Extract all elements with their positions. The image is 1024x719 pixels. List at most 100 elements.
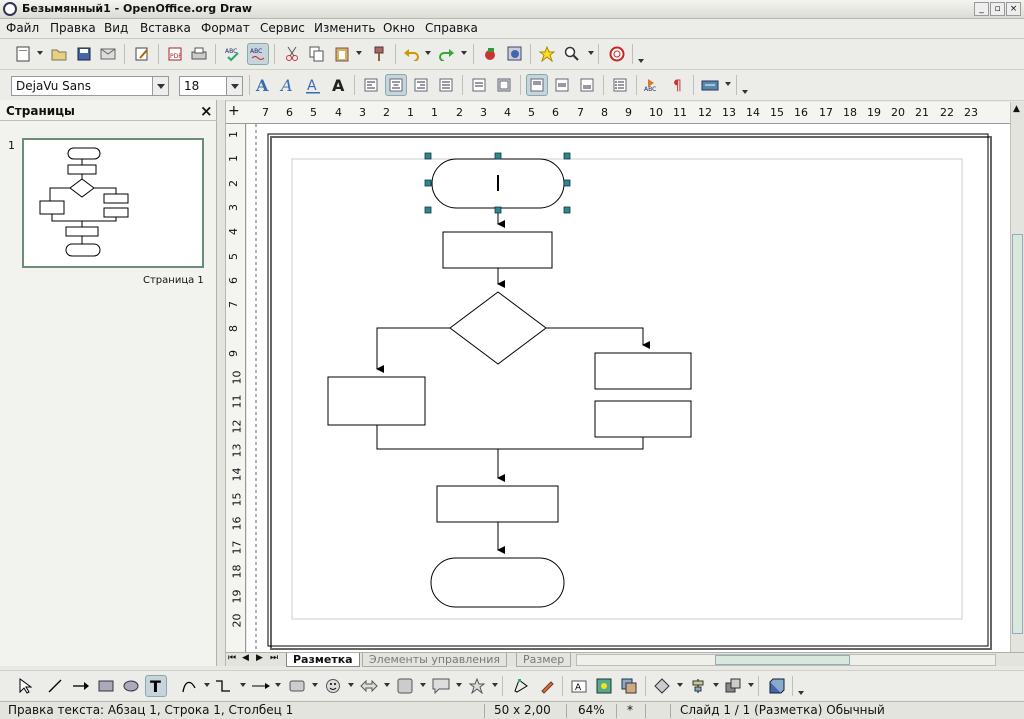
- copy-icon[interactable]: [306, 43, 328, 65]
- tab-controls[interactable]: Элементы управления: [362, 653, 507, 667]
- ruler-origin-icon[interactable]: +: [228, 104, 240, 118]
- font-name-box[interactable]: DejaVu Sans: [11, 76, 169, 96]
- redo-icon[interactable]: [436, 43, 458, 65]
- select-icon[interactable]: [14, 675, 36, 697]
- ellipse-icon[interactable]: [120, 675, 142, 697]
- line-icon[interactable]: [44, 675, 66, 697]
- stars-icon[interactable]: [466, 675, 488, 697]
- panel-splitter[interactable]: [217, 100, 226, 666]
- zoom-level[interactable]: 64%: [578, 703, 605, 717]
- print-icon[interactable]: [188, 43, 210, 65]
- process-box-2[interactable]: [436, 485, 559, 523]
- symbol-shapes-icon[interactable]: [322, 675, 344, 697]
- chevron-down-icon[interactable]: [226, 77, 242, 95]
- chevron-down-icon[interactable]: [152, 77, 168, 95]
- fontwork-icon[interactable]: A: [568, 675, 590, 697]
- paste-icon[interactable]: [331, 43, 353, 65]
- edit-icon[interactable]: [131, 43, 153, 65]
- menu-tools[interactable]: Сервис: [260, 21, 305, 35]
- connector-icon[interactable]: [212, 675, 234, 697]
- pdf-icon[interactable]: PDF: [164, 43, 186, 65]
- close-panel-icon[interactable]: ×: [200, 102, 213, 120]
- horizontal-scrollbar[interactable]: [576, 654, 996, 666]
- zoom-icon[interactable]: [561, 43, 583, 65]
- glue-points-icon[interactable]: [536, 675, 558, 697]
- navigator-icon[interactable]: [504, 43, 526, 65]
- fit-text-icon[interactable]: [493, 74, 515, 96]
- star-icon[interactable]: [536, 43, 558, 65]
- maximize-button[interactable]: ▫: [990, 2, 1005, 16]
- callouts-icon[interactable]: [430, 675, 452, 697]
- basic-shapes-icon[interactable]: [286, 675, 308, 697]
- tab-layout[interactable]: Разметка: [286, 653, 360, 667]
- undo-icon[interactable]: [400, 43, 422, 65]
- from-file-icon[interactable]: [593, 675, 615, 697]
- menu-view[interactable]: Вид: [104, 21, 128, 35]
- first-tab-icon[interactable]: ⏮: [228, 653, 236, 663]
- align-icon[interactable]: [687, 675, 709, 697]
- justify-icon[interactable]: [435, 74, 457, 96]
- align-left-icon[interactable]: [360, 74, 382, 96]
- align-middle-icon[interactable]: [551, 74, 573, 96]
- lines-arrows-icon[interactable]: [250, 675, 272, 697]
- scroll-thumb[interactable]: [1012, 234, 1023, 634]
- spellcheck-icon[interactable]: ABC: [222, 43, 244, 65]
- curve-icon[interactable]: [178, 675, 200, 697]
- arrange-icon[interactable]: [722, 675, 744, 697]
- menu-help[interactable]: Справка: [425, 21, 478, 35]
- clone-format-icon[interactable]: [368, 43, 390, 65]
- open-icon[interactable]: [48, 43, 70, 65]
- autospell-icon[interactable]: ABC: [247, 43, 269, 65]
- bold-icon[interactable]: A: [252, 74, 274, 96]
- next-tab-icon[interactable]: ▶: [256, 653, 263, 663]
- vertical-scrollbar[interactable]: ▲ ▼: [1010, 102, 1024, 666]
- prev-tab-icon[interactable]: ◀: [242, 653, 249, 663]
- menu-window[interactable]: Окно: [383, 21, 415, 35]
- menu-format[interactable]: Формат: [201, 21, 250, 35]
- underline-icon[interactable]: A: [302, 74, 324, 96]
- menu-edit[interactable]: Правка: [50, 21, 96, 35]
- flowchart-drawing[interactable]: [247, 124, 1010, 652]
- align-top-icon[interactable]: [526, 74, 548, 96]
- menu-file[interactable]: Файл: [6, 21, 39, 35]
- scroll-up-icon[interactable]: ▲: [1013, 104, 1020, 114]
- italic-icon[interactable]: A: [277, 74, 299, 96]
- process-box-right-2[interactable]: [594, 400, 692, 438]
- process-box-1[interactable]: [442, 231, 553, 269]
- drawing-canvas[interactable]: [247, 124, 1010, 652]
- help-icon[interactable]: [606, 43, 628, 65]
- gallery-icon[interactable]: [479, 43, 501, 65]
- text-icon[interactable]: T: [145, 675, 167, 697]
- align-bottom-icon[interactable]: [576, 74, 598, 96]
- gallery-icon[interactable]: [618, 675, 640, 697]
- minimize-button[interactable]: _: [974, 2, 989, 16]
- page-thumbnail[interactable]: [22, 138, 204, 268]
- block-arrows-icon[interactable]: [358, 675, 380, 697]
- process-box-left[interactable]: [327, 376, 426, 426]
- bullets-icon[interactable]: [609, 74, 631, 96]
- last-tab-icon[interactable]: ⏭: [270, 653, 278, 663]
- shadow-icon[interactable]: A: [327, 74, 349, 96]
- close-window-button[interactable]: ×: [1006, 2, 1021, 16]
- new-icon[interactable]: [12, 43, 34, 65]
- process-box-right-1[interactable]: [594, 352, 692, 390]
- rectangle-icon[interactable]: [95, 675, 117, 697]
- align-right-icon[interactable]: [410, 74, 432, 96]
- flowchart-icon[interactable]: [394, 675, 416, 697]
- text-direction-icon[interactable]: [699, 74, 721, 96]
- character-icon[interactable]: ABC: [642, 74, 664, 96]
- fit-frame-icon[interactable]: [468, 74, 490, 96]
- save-icon[interactable]: [73, 43, 95, 65]
- paragraph-icon[interactable]: ¶: [667, 74, 689, 96]
- font-size-box[interactable]: 18: [179, 76, 243, 96]
- end-terminator-shape[interactable]: [430, 557, 565, 608]
- align-center-icon[interactable]: [385, 74, 407, 96]
- arrow-line-icon[interactable]: [70, 675, 92, 697]
- points-icon[interactable]: [510, 675, 532, 697]
- extrusion-icon[interactable]: [766, 675, 788, 697]
- menu-modify[interactable]: Изменить: [314, 21, 376, 35]
- cut-icon[interactable]: [281, 43, 303, 65]
- menu-insert[interactable]: Вставка: [140, 21, 191, 35]
- mail-icon[interactable]: [97, 43, 119, 65]
- h-scroll-thumb[interactable]: [715, 655, 850, 665]
